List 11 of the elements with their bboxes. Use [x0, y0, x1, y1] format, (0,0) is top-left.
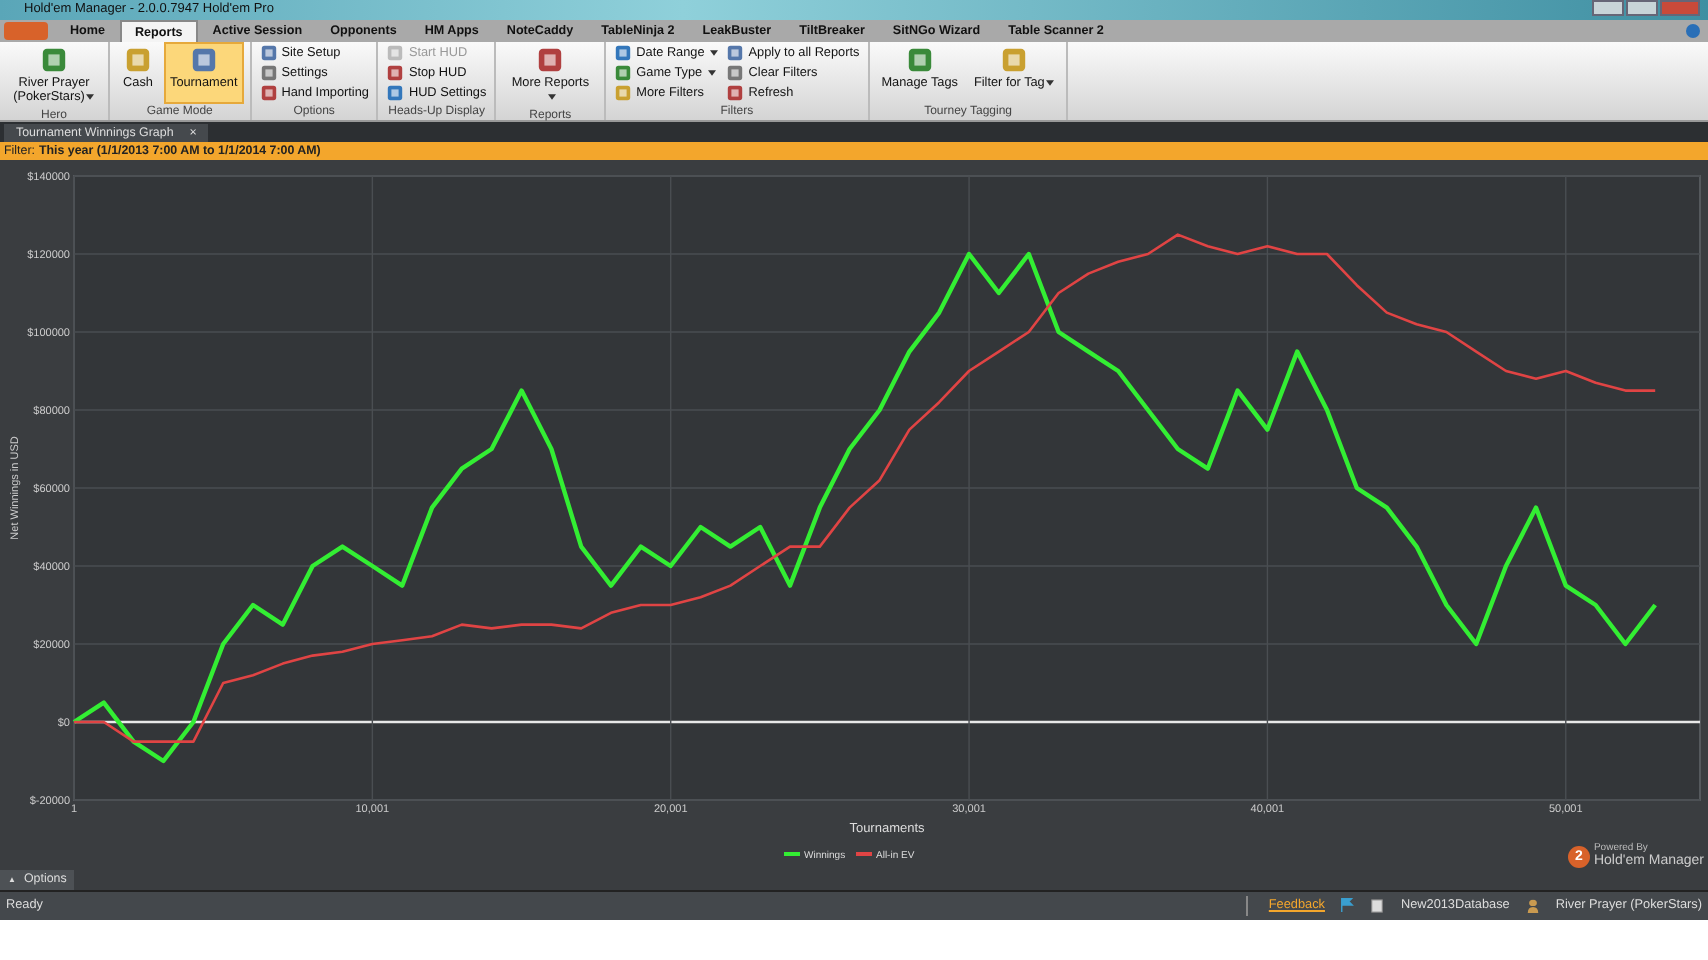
tool-icon: [122, 46, 154, 74]
flag-icon: [1340, 898, 1355, 913]
maximize-button[interactable]: [1626, 0, 1658, 16]
person-icon: [1525, 897, 1540, 914]
tool-icon: [187, 46, 220, 74]
database-icon: [1370, 897, 1385, 914]
tool-icon: [534, 46, 567, 74]
tool-icon: [903, 46, 936, 74]
tool-icon: [38, 46, 70, 74]
tool-icon: [998, 46, 1031, 74]
minimize-button[interactable]: [1592, 0, 1624, 16]
